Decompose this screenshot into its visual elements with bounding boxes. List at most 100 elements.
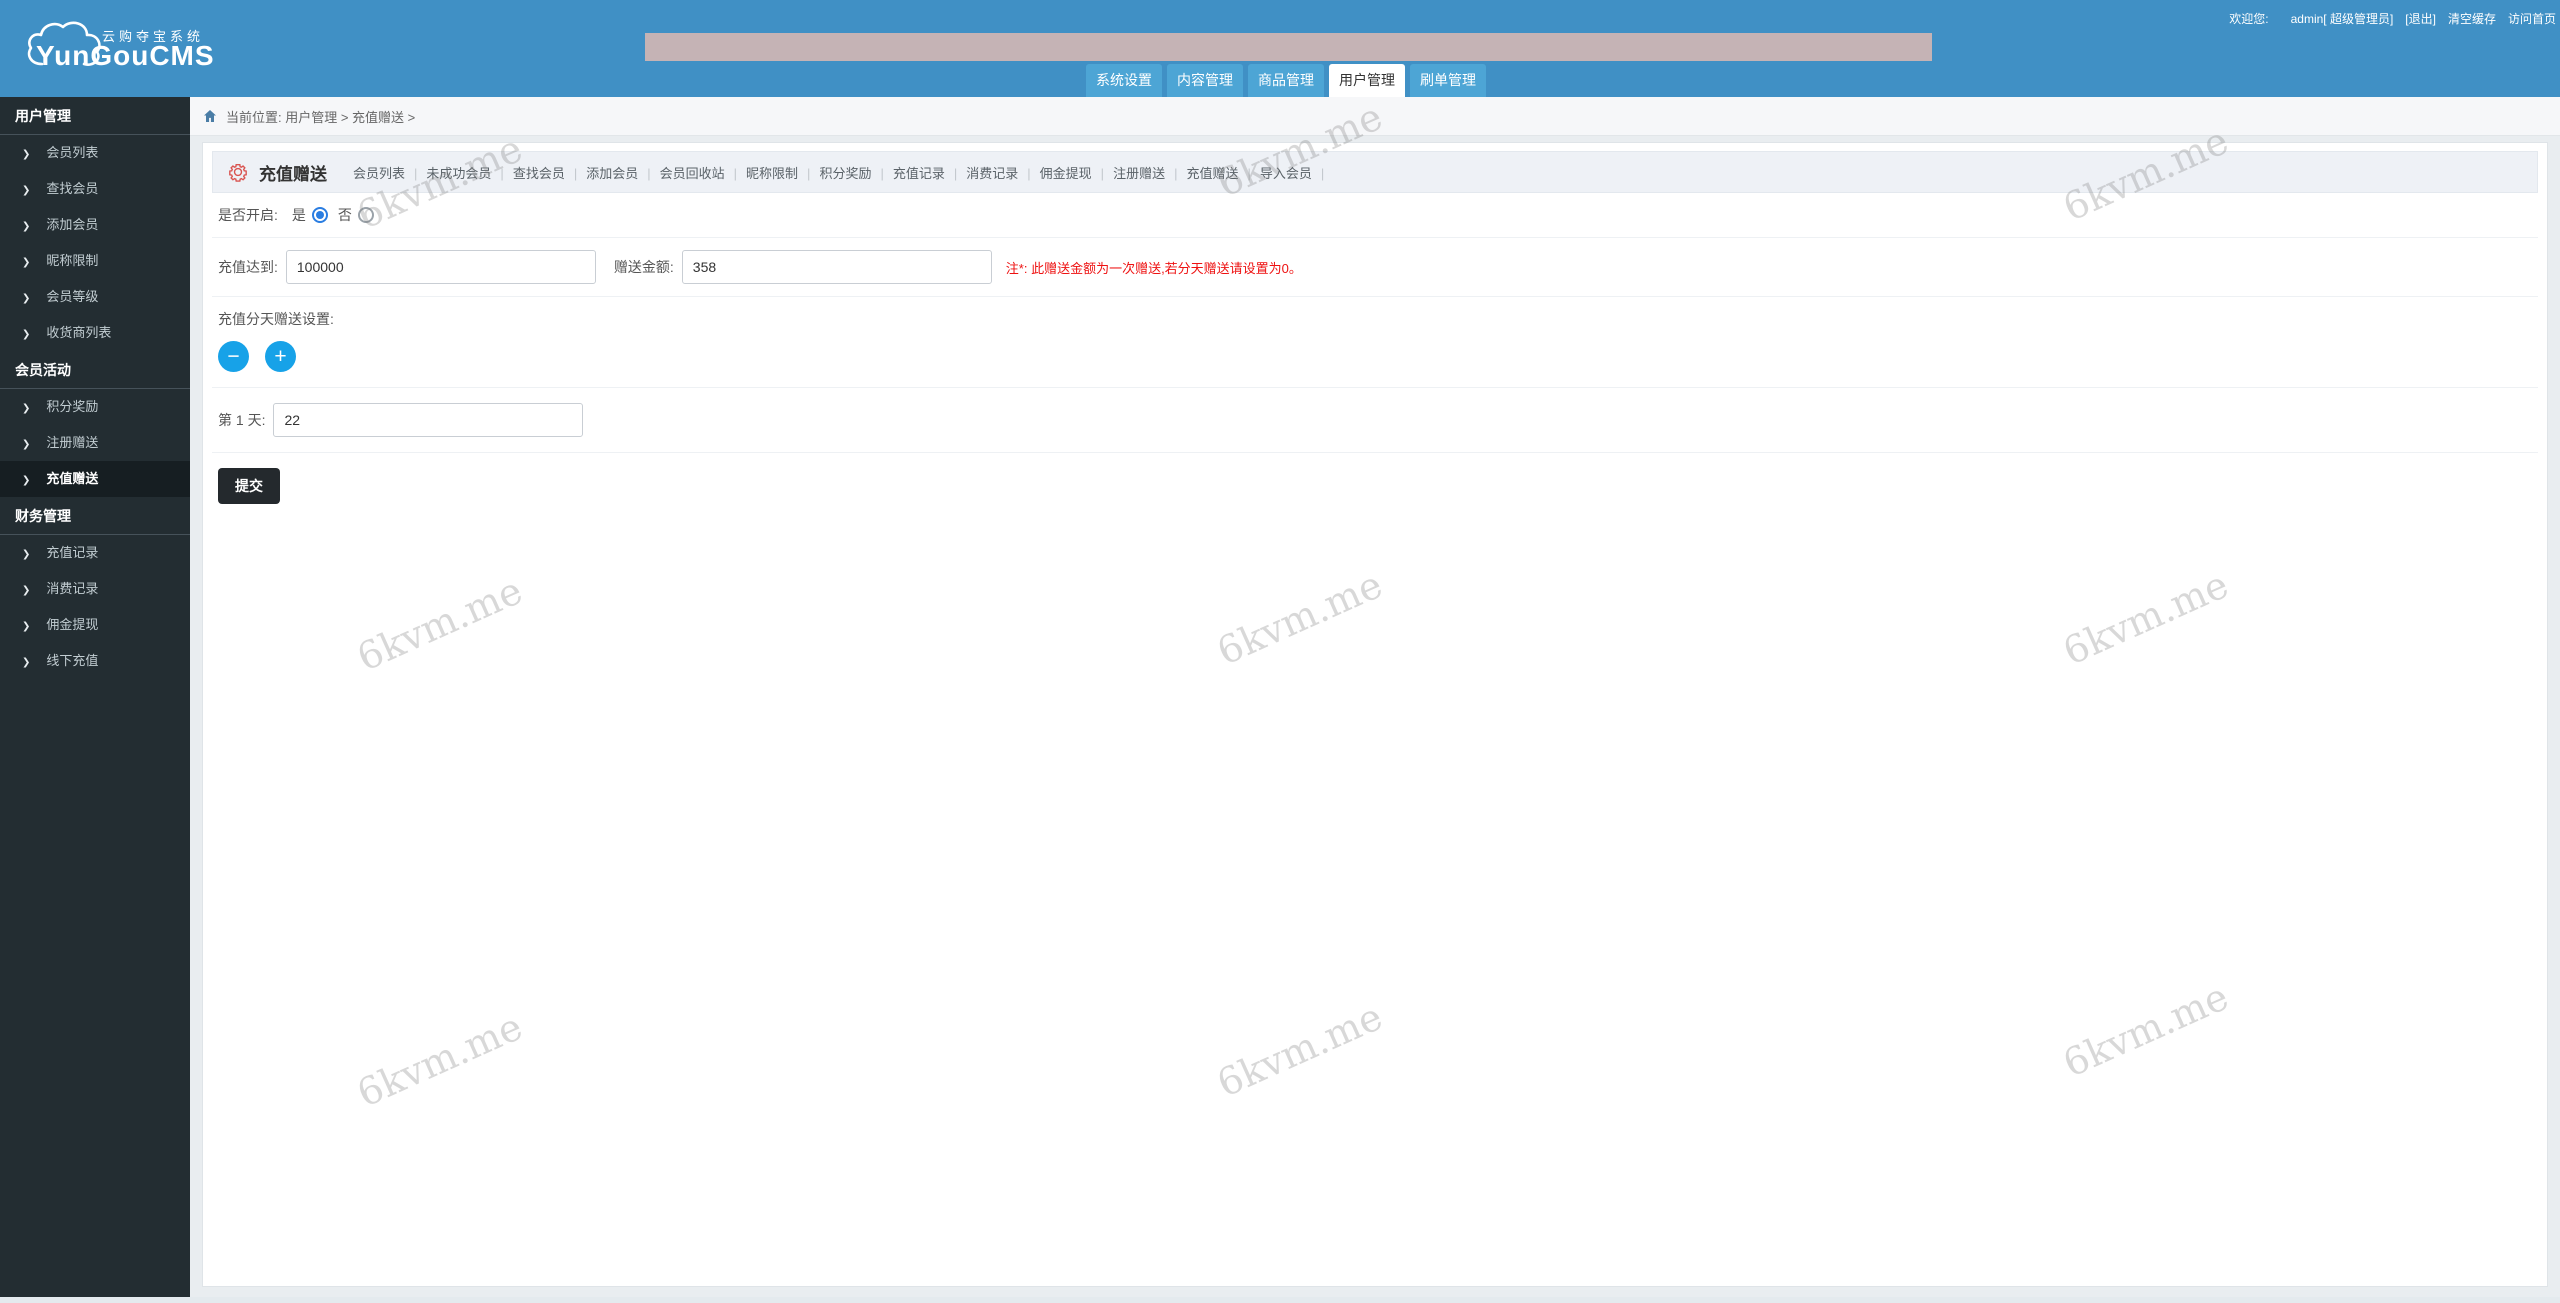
sidebar-item-label: 积分奖励 <box>46 399 98 414</box>
recharge-gift-form: 是否开启: 是 否 充值达到: 赠送金额: 注*: 此赠送金额为一次赠送,若分天… <box>212 193 2538 516</box>
subnav-member-recycle-bin[interactable]: 会员回收站 <box>638 166 724 181</box>
subnav: 会员列表未成功会员查找会员添加会员会员回收站昵称限制积分奖励充值记录消费记录佣金… <box>353 163 1324 182</box>
tab-user-management[interactable]: 用户管理 <box>1329 64 1405 97</box>
chevron-right-icon: ❯ <box>22 475 30 486</box>
sidebar-item-points-reward[interactable]: ❯ 积分奖励 <box>0 389 190 425</box>
day-controls-row: − + <box>212 333 2538 388</box>
sidebar-item-label: 充值赠送 <box>46 471 98 486</box>
submit-button[interactable]: 提交 <box>218 468 280 504</box>
main-nav-tabs: 系统设置 内容管理 商品管理 用户管理 刷单管理 <box>1086 64 1491 97</box>
sidebar-item-recharge-records[interactable]: ❯ 充值记录 <box>0 535 190 571</box>
tab-product-management[interactable]: 商品管理 <box>1248 64 1324 97</box>
chevron-right-icon: ❯ <box>22 585 30 596</box>
daily-section-label: 充值分天赠送设置: <box>218 309 334 329</box>
subnav-commission-withdraw[interactable]: 佣金提现 <box>1018 166 1091 181</box>
gift-amount-label: 赠送金额: <box>614 257 674 277</box>
sidebar-item-label: 收货商列表 <box>46 325 111 340</box>
logo-subtitle: 云购夺宝系统 <box>102 26 204 45</box>
sidebar-item-member-level[interactable]: ❯会员等级 <box>0 279 190 315</box>
sidebar-item-label: 佣金提现 <box>46 617 98 632</box>
chevron-right-icon: ❯ <box>22 621 30 632</box>
subnav-points-reward[interactable]: 积分奖励 <box>798 166 871 181</box>
chevron-right-icon: ❯ <box>22 149 30 160</box>
radio-yes[interactable] <box>312 207 328 223</box>
recharge-amount-input[interactable] <box>286 250 596 284</box>
panel-title-bar: 充值赠送 会员列表未成功会员查找会员添加会员会员回收站昵称限制积分奖励充值记录消… <box>212 151 2538 193</box>
sidebar: 用户管理 ❯会员列表 ❯查找会员 ❯添加会员 ❯昵称限制 ❯会员等级 ❯收货商列… <box>0 97 190 1297</box>
enable-label: 是否开启: <box>218 205 278 225</box>
radio-no[interactable] <box>358 207 374 223</box>
chevron-right-icon: ❯ <box>22 221 30 232</box>
subnav-member-list[interactable]: 会员列表 <box>353 166 405 181</box>
sidebar-item-receiver-list[interactable]: ❯收货商列表 <box>0 315 190 351</box>
sidebar-item-recharge-gift[interactable]: ❯ 充值赠送 <box>0 461 190 497</box>
option-yes-label: 是 <box>292 205 306 225</box>
sidebar-item-commission-withdraw[interactable]: ❯ 佣金提现 <box>0 607 190 643</box>
subnav-import-members[interactable]: 导入会员 <box>1238 166 1311 181</box>
logout-link[interactable]: [退出] <box>2405 12 2436 26</box>
top-header: YunGouCMS 云购夺宝系统 欢迎您: admin[ 超级管理员] [退出] 清空… <box>0 0 2560 97</box>
current-user: admin[ 超级管理员] <box>2291 12 2394 26</box>
sidebar-item-label: 充值记录 <box>46 545 98 560</box>
enable-row: 是否开启: 是 否 <box>212 193 2538 238</box>
tab-content-management[interactable]: 内容管理 <box>1167 64 1243 97</box>
sidebar-section-member-activity: 会员活动 <box>0 351 190 389</box>
add-day-button[interactable]: + <box>265 341 296 372</box>
day-1-label: 第 1 天: <box>218 410 265 430</box>
chevron-right-icon: ❯ <box>22 257 30 268</box>
subnav-consumption-records[interactable]: 消费记录 <box>945 166 1018 181</box>
sidebar-item-label: 添加会员 <box>46 217 98 232</box>
sidebar-section-finance-management: 财务管理 <box>0 497 190 535</box>
sidebar-item-offline-recharge[interactable]: ❯ 线下充值 <box>0 643 190 679</box>
sidebar-item-label: 查找会员 <box>46 181 98 196</box>
subnav-unsuccessful-members[interactable]: 未成功会员 <box>405 166 491 181</box>
home-icon <box>202 108 218 124</box>
content-wrapper: 充值赠送 会员列表未成功会员查找会员添加会员会员回收站昵称限制积分奖励充值记录消… <box>190 136 2560 1297</box>
main-area: 当前位置: 用户管理 > 充值赠送 > 充值赠送 会员列表未成功会员查找会员添加… <box>190 97 2560 1297</box>
day-1-row: 第 1 天: <box>212 388 2538 453</box>
chevron-right-icon: ❯ <box>22 403 30 414</box>
gift-amount-input[interactable] <box>682 250 992 284</box>
sidebar-item-label: 会员等级 <box>46 289 98 304</box>
welcome-label: 欢迎您: <box>2229 12 2268 26</box>
sidebar-item-member-list[interactable]: ❯ 会员列表 <box>0 135 190 171</box>
subnav-recharge-gift[interactable]: 充值赠送 <box>1165 166 1238 181</box>
sidebar-item-nickname-limit[interactable]: ❯ 昵称限制 <box>0 243 190 279</box>
subnav-register-gift[interactable]: 注册赠送 <box>1092 166 1165 181</box>
recharge-amount-label: 充值达到: <box>218 257 278 277</box>
visit-home-link[interactable]: 访问首页 <box>2508 12 2556 26</box>
daily-section-row: 充值分天赠送设置: <box>212 297 2538 333</box>
amount-row: 充值达到: 赠送金额: 注*: 此赠送金额为一次赠送,若分天赠送请设置为0。 <box>212 238 2538 297</box>
breadcrumb: 当前位置: 用户管理 > 充值赠送 > <box>190 97 2560 136</box>
submit-row: 提交 <box>212 453 2538 516</box>
subnav-recharge-records[interactable]: 充值记录 <box>871 166 944 181</box>
tab-system-settings[interactable]: 系统设置 <box>1086 64 1162 97</box>
subnav-nickname-limit[interactable]: 昵称限制 <box>725 166 798 181</box>
admin-page: YunGouCMS 云购夺宝系统 欢迎您: admin[ 超级管理员] [退出] 清空… <box>0 0 2560 1303</box>
sidebar-item-find-member[interactable]: ❯ 查找会员 <box>0 171 190 207</box>
sidebar-item-label: 线下充值 <box>46 653 98 668</box>
subnav-find-member[interactable]: 查找会员 <box>491 166 564 181</box>
tab-order-brush-management[interactable]: 刷单管理 <box>1410 64 1486 97</box>
breadcrumb-text: 当前位置: 用户管理 > 充值赠送 > <box>226 107 415 126</box>
page-title: 充值赠送 <box>259 160 327 185</box>
sidebar-item-label: 昵称限制 <box>46 253 98 268</box>
subnav-add-member[interactable]: 添加会员 <box>565 166 638 181</box>
sidebar-item-add-member[interactable]: ❯ 添加会员 <box>0 207 190 243</box>
chevron-right-icon: ❯ <box>22 657 30 668</box>
clear-cache-link[interactable]: 清空缓存 <box>2448 12 2496 26</box>
body-row: 用户管理 ❯会员列表 ❯查找会员 ❯添加会员 ❯昵称限制 ❯会员等级 ❯收货商列… <box>0 97 2560 1297</box>
chevron-right-icon: ❯ <box>22 185 30 196</box>
chevron-right-icon: ❯ <box>22 549 30 560</box>
remove-day-button[interactable]: − <box>218 341 249 372</box>
gear-icon <box>227 161 249 183</box>
sidebar-item-label: 会员列表 <box>46 145 98 160</box>
topbar: 欢迎您: admin[ 超级管理员] [退出] 清空缓存访问首页 <box>2229 10 2556 27</box>
gift-note: 注*: 此赠送金额为一次赠送,若分天赠送请设置为0。 <box>1006 258 1302 277</box>
day-1-input[interactable] <box>273 403 583 437</box>
sidebar-item-register-gift[interactable]: ❯注册赠送 <box>0 425 190 461</box>
content-panel: 充值赠送 会员列表未成功会员查找会员添加会员会员回收站昵称限制积分奖励充值记录消… <box>202 142 2548 1287</box>
chevron-right-icon: ❯ <box>22 439 30 450</box>
app-logo: YunGouCMS 云购夺宝系统 <box>24 12 254 87</box>
sidebar-item-consumption-records[interactable]: ❯消费记录 <box>0 571 190 607</box>
